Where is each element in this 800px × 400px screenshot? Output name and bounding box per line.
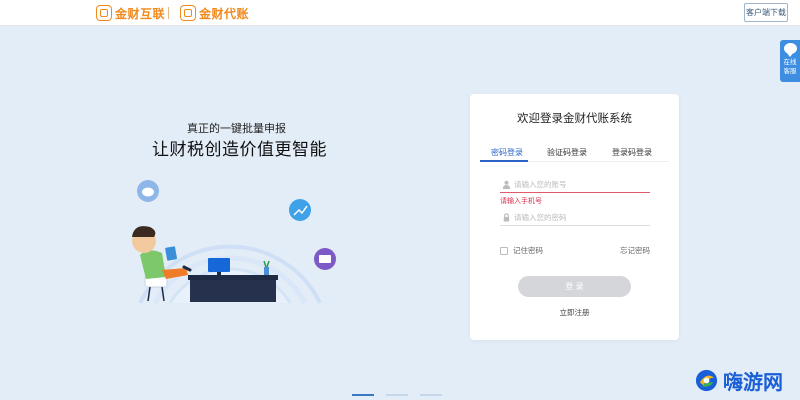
brand-divider <box>168 7 169 19</box>
watermark: 嗨游网 <box>694 366 783 395</box>
carousel-dot-1[interactable] <box>352 394 374 396</box>
brand-logo-icon <box>180 5 196 21</box>
carousel-dot-2[interactable] <box>386 394 408 396</box>
hero-illustration <box>132 180 336 305</box>
watermark-logo-icon <box>695 369 718 392</box>
brand-primary[interactable]: 金财互联 <box>96 4 165 22</box>
carousel-dot-3[interactable] <box>420 394 442 396</box>
brand-logo-icon <box>96 5 112 21</box>
online-service-button[interactable]: 在线 客服 <box>780 40 800 82</box>
forgot-password-link[interactable]: 忘记密码 <box>620 245 650 256</box>
tab-sms-code-login[interactable]: 验证码登录 <box>547 147 587 158</box>
password-input[interactable] <box>514 212 644 222</box>
login-card: 欢迎登录金财代账系统 密码登录 验证码登录 登录码登录 请输入手机号 记住密码 … <box>470 94 679 340</box>
wallet-icon <box>314 248 336 270</box>
active-tab-indicator <box>480 160 528 162</box>
password-field <box>500 209 650 226</box>
watermark-text: 嗨游网 <box>723 370 783 394</box>
remember-password-label: 记住密码 <box>513 246 543 255</box>
account-error-message: 请输入手机号 <box>500 197 542 205</box>
checkbox-box[interactable] <box>500 246 508 255</box>
top-header: 金财互联 金财代账 客户端下载 <box>0 0 800 26</box>
hero-slogan-large: 让财税创造价值更智能 <box>152 140 327 160</box>
piggy-bank-icon <box>137 180 159 202</box>
brand-secondary[interactable]: 金财代账 <box>180 4 249 22</box>
client-download-button[interactable]: 客户端下载 <box>744 3 788 22</box>
tab-password-login[interactable]: 密码登录 <box>491 147 523 158</box>
login-title: 欢迎登录金财代账系统 <box>517 111 632 125</box>
chart-growth-icon <box>289 199 311 221</box>
chat-bubble-icon <box>783 43 797 57</box>
hero-slogan-small: 真正的一键批量申报 <box>187 122 286 135</box>
brand-secondary-label: 金财代账 <box>199 6 250 21</box>
user-icon <box>500 178 512 190</box>
login-button[interactable]: 登 录 <box>518 276 631 297</box>
account-field <box>500 176 650 193</box>
brand-primary-label: 金财互联 <box>115 6 166 21</box>
tab-login-code-login[interactable]: 登录码登录 <box>612 147 652 158</box>
account-input[interactable] <box>514 179 644 189</box>
service-label-1: 在线 <box>783 58 797 66</box>
register-link[interactable]: 立即注册 <box>470 307 679 318</box>
remember-password-checkbox[interactable]: 记住密码 <box>500 245 543 256</box>
service-label-2: 客服 <box>783 67 797 75</box>
lock-icon <box>500 211 512 223</box>
